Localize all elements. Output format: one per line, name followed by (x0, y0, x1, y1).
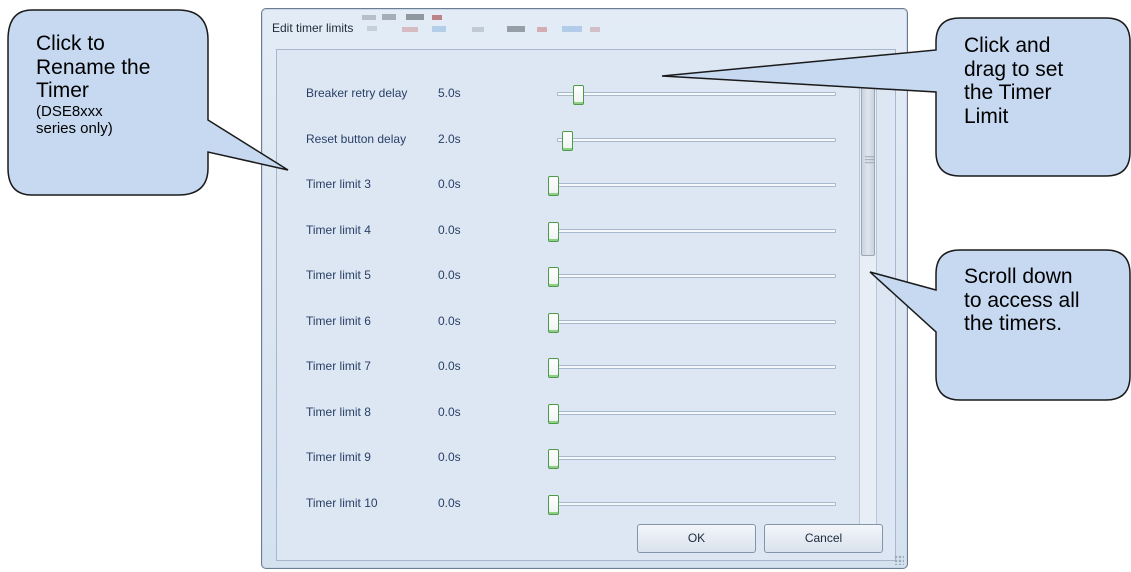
timer-slider-thumb[interactable] (548, 358, 559, 378)
rename-callout-line: Timer (36, 79, 89, 103)
timer-name-label[interactable]: Timer limit 8 (306, 405, 371, 419)
timer-value: 0.0s (438, 268, 461, 282)
timer-value: 0.0s (438, 450, 461, 464)
timer-slider-thumb[interactable] (548, 267, 559, 287)
timer-value: 0.0s (438, 404, 461, 419)
rename-callout-note: (DSE8xxx (36, 102, 103, 120)
vertical-scrollbar[interactable]: ——— ▼ (859, 60, 877, 548)
timer-value: 0.0s (438, 495, 461, 510)
timer-slider-track[interactable] (548, 358, 836, 378)
timer-name-label[interactable]: Reset button delay (306, 132, 406, 146)
rename-callout-text: Click to Rename the Timer (DSE8xxx serie… (36, 32, 196, 137)
timer-value: 0.0s (438, 313, 461, 328)
rename-callout-line: Rename the (36, 55, 151, 79)
timer-slider-track[interactable] (548, 221, 836, 242)
timer-row: Timer limit 6 0.0s (277, 306, 837, 336)
timer-row: Timer limit 7 0.0s (277, 351, 837, 381)
timer-name-label[interactable]: Timer limit 6 (306, 314, 371, 328)
timer-slider-thumb[interactable] (548, 449, 559, 469)
drag-callout-text: Click and drag to set the Timer Limit (964, 34, 1114, 128)
scroll-callout-line: to access all (964, 288, 1080, 312)
timer-slider-thumb[interactable] (561, 130, 573, 151)
timer-value: 5.0s (438, 86, 461, 100)
timer-row: Timer limit 4 0.0s (277, 215, 837, 245)
resize-grip-icon[interactable] (894, 555, 904, 565)
timer-row: Timer limit 9 0.0s (277, 442, 837, 472)
cancel-button[interactable]: Cancel (764, 524, 883, 553)
timer-slider-thumb[interactable] (548, 176, 559, 196)
timer-slider-thumb[interactable] (548, 221, 559, 242)
drag-callout-line: Limit (964, 104, 1009, 128)
drag-callout-line: the Timer (964, 81, 1052, 105)
timer-name-label[interactable]: Timer limit 4 (306, 223, 371, 237)
timer-row: Reset button delay 2.0s (277, 124, 837, 154)
timer-slider-thumb[interactable] (548, 403, 559, 424)
timer-name-label[interactable]: Timer limit 10 (306, 496, 378, 510)
grip-icon: — — — (865, 151, 874, 167)
rename-callout-note: series only) (36, 119, 113, 137)
drag-callout-line: Click and (964, 34, 1051, 57)
timer-slider-track[interactable] (548, 312, 836, 333)
scroll-callout-text: Scroll down to access all the timers. (964, 265, 1124, 336)
timer-name-label[interactable]: Timer limit 5 (306, 268, 371, 282)
timer-row: Timer limit 10 0.0s (277, 488, 837, 518)
timer-value: 2.0s (438, 131, 461, 146)
timer-slider-track[interactable] (548, 449, 836, 469)
timer-row: Timer limit 3 0.0s (277, 169, 837, 199)
timer-slider-track[interactable] (548, 403, 836, 424)
scroll-callout-line: the timers. (964, 312, 1063, 336)
timer-name-label[interactable]: Breaker retry delay (306, 86, 407, 100)
title-bar-background-artifact (362, 14, 600, 32)
rename-callout-line: Click to (36, 32, 105, 55)
edit-timer-limits-dialog: Edit timer limits Breaker retry delay 5.0… (261, 8, 908, 569)
timer-value: 0.0s (438, 359, 461, 373)
drag-callout-line: drag to set (964, 57, 1064, 81)
timer-value: 0.0s (438, 222, 461, 237)
timer-row: Timer limit 5 0.0s (277, 260, 837, 290)
timer-slider-track[interactable] (548, 267, 836, 287)
timer-slider-thumb[interactable] (548, 494, 559, 515)
timer-name-label[interactable]: Timer limit 9 (306, 450, 371, 464)
scrollbar-thumb[interactable]: — — — (861, 62, 875, 256)
timer-slider-thumb[interactable] (548, 312, 559, 333)
scroll-callout-line: Scroll down (964, 265, 1073, 288)
timer-slider-thumb[interactable] (572, 85, 584, 105)
timer-slider-track[interactable] (548, 176, 836, 196)
timer-slider-track[interactable] (548, 494, 836, 515)
timer-slider-track[interactable] (557, 130, 836, 151)
ok-button[interactable]: OK (637, 524, 756, 553)
dialog-title: Edit timer limits (272, 21, 354, 35)
timer-value: 0.0s (438, 177, 461, 191)
timer-list-panel: Breaker retry delay 5.0s Reset button dela… (276, 49, 896, 561)
timer-row: Timer limit 8 0.0s (277, 397, 837, 427)
timer-name-label[interactable]: Timer limit 7 (306, 359, 371, 373)
timer-row: Breaker retry delay 5.0s (277, 78, 837, 108)
timer-slider-track[interactable] (557, 85, 836, 105)
timer-name-label[interactable]: Timer limit 3 (306, 177, 371, 191)
